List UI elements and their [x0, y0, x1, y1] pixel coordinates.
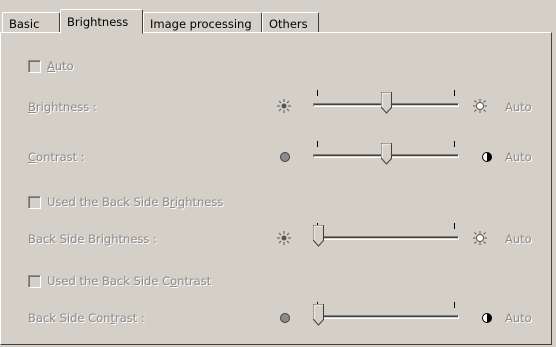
tab-image-processing-label: Image processing [150, 17, 252, 31]
tab-image-processing[interactable]: Image processing [143, 12, 262, 32]
brightness-label: Brightness : [28, 100, 97, 114]
slider-tick [317, 90, 318, 96]
back-contrast-checkbox[interactable] [28, 275, 41, 288]
brightness-panel [0, 32, 552, 345]
gray-circle-icon [280, 313, 290, 323]
half-circle-icon [482, 313, 492, 323]
back-contrast-slider[interactable] [313, 302, 459, 332]
brightness-auto-label: Auto [505, 100, 532, 114]
slider-track [313, 236, 459, 240]
tab-brightness-label: Brightness [67, 15, 129, 29]
slider-thumb[interactable] [380, 92, 392, 114]
slider-track [313, 315, 459, 319]
sun-small-icon [277, 231, 291, 245]
slider-tick [454, 302, 455, 308]
back-brightness-auto-label: Auto [505, 232, 532, 246]
sun-large-icon [473, 231, 487, 245]
tab-others-label: Others [269, 17, 308, 31]
back-contrast-checkbox-label: Used the Back Side Contrast [47, 274, 212, 288]
slider-thumb[interactable] [380, 143, 392, 165]
tab-bar: Basic Brightness Image processing Others [0, 0, 556, 34]
contrast-auto-label: Auto [505, 150, 532, 164]
slider-tick [454, 141, 455, 147]
sun-large-icon [473, 99, 487, 113]
slider-tick [317, 141, 318, 147]
brightness-slider[interactable] [313, 90, 459, 120]
slider-thumb[interactable] [313, 225, 324, 247]
contrast-label: Contrast : [28, 150, 85, 164]
auto-checkbox-label: Auto [47, 59, 74, 73]
tab-basic[interactable]: Basic [2, 12, 60, 32]
back-brightness-slider[interactable] [313, 223, 459, 253]
slider-tick [454, 223, 455, 229]
back-brightness-label: Back Side Brightness : [28, 232, 157, 246]
tab-brightness[interactable]: Brightness [60, 9, 143, 34]
contrast-slider[interactable] [313, 141, 459, 171]
back-contrast-label: Back Side Contrast : [28, 311, 145, 325]
sun-small-icon [277, 99, 291, 113]
half-circle-icon [482, 152, 492, 162]
tab-others[interactable]: Others [262, 12, 319, 32]
back-brightness-checkbox-label: Used the Back Side Brightness [47, 195, 224, 209]
auto-checkbox[interactable] [28, 60, 41, 73]
slider-thumb[interactable] [313, 304, 324, 326]
gray-circle-icon [280, 152, 290, 162]
back-contrast-auto-label: Auto [505, 311, 532, 325]
back-brightness-checkbox[interactable] [28, 196, 41, 209]
slider-tick [454, 90, 455, 96]
tab-basic-label: Basic [9, 17, 40, 31]
